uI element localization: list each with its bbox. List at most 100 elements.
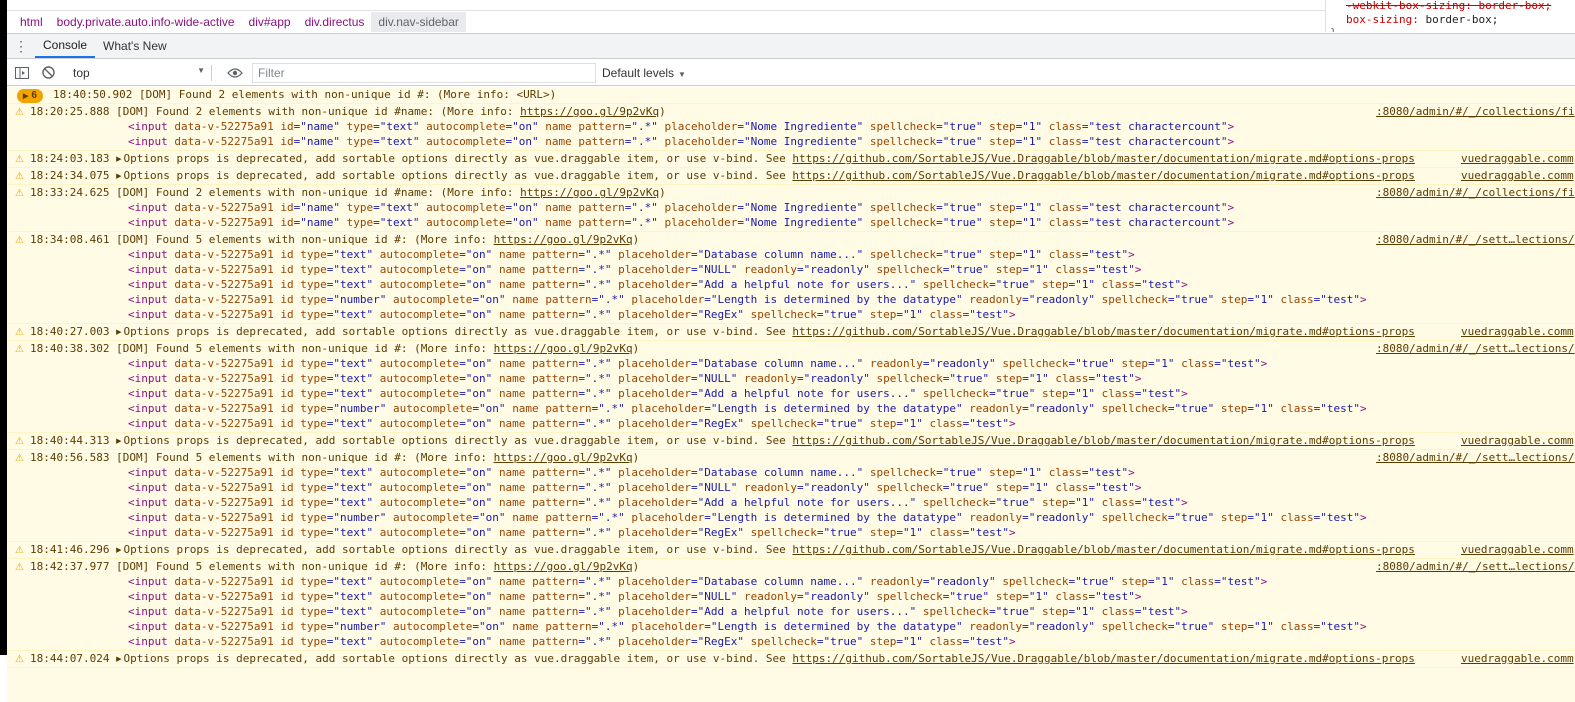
log-levels-dropdown[interactable]: Default levels ▼ [602,66,686,80]
console-message[interactable]: ⚠ 18:40:56.583 [DOM] Found 5 elements wit… [7,450,1575,542]
console-message[interactable]: ⚠ 18:20:25.888 [DOM] Found 2 elements wit… [7,104,1575,151]
element-markup-line[interactable]: <input data-v-52275a91 id type="text" au… [7,262,1575,277]
expand-triangle-icon[interactable]: ▶ [116,652,121,667]
console-message-header: ⚠ 18:24:03.183 ▶ Options props is deprecat… [7,151,1575,166]
tab-whats-new[interactable]: What's New [95,34,175,58]
context-selector[interactable]: top ▼ [73,66,205,80]
source-link[interactable]: :8080/admin/#/_/sett…lections/ [1372,450,1575,465]
element-markup-line[interactable]: <input data-v-52275a91 id="name" type="t… [7,134,1575,149]
console-message[interactable]: ⚠ 18:24:03.183 ▶ Options props is deprecat… [7,151,1575,168]
source-link[interactable]: vuedraggable.comm [1457,651,1575,666]
source-link[interactable]: :8080/admin/#/_/sett…lections/ [1372,341,1575,356]
expand-triangle-icon[interactable]: ▶ [116,152,121,167]
markup-attr-name: id [280,511,294,524]
timestamp: 18:33:24.625 [30,186,117,199]
element-markup-line[interactable]: <input data-v-52275a91 id="name" type="t… [7,119,1575,134]
message-link[interactable]: https://github.com/SortableJS/Vue.Dragga… [792,652,1415,665]
element-markup-line[interactable]: <input data-v-52275a91 id type="text" au… [7,307,1575,322]
source-link[interactable]: :8080/admin/#/_/collections/fi [1372,185,1575,200]
console-message[interactable]: ⚠ 18:40:44.313 ▶ Options props is deprecat… [7,433,1575,450]
markup-attr-value: =".*" [591,402,625,415]
console-message[interactable]: ⚠ 18:44:07.024 ▶ Options props is deprecat… [7,651,1575,668]
message-link[interactable]: https://github.com/SortableJS/Vue.Dragga… [792,152,1415,165]
message-link[interactable]: https://goo.gl/9p2vKq [520,105,659,118]
clear-console-icon[interactable] [37,62,59,84]
breadcrumb-app[interactable]: div#app [242,15,298,29]
source-link[interactable]: :8080/admin/#/_/collections/fi [1372,104,1575,119]
markup-attr-name: type [300,293,327,306]
element-markup-line[interactable]: <input data-v-52275a91 id="name" type="t… [7,200,1575,215]
element-markup-line[interactable]: <input data-v-52275a91 id type="text" au… [7,574,1575,589]
filter-input[interactable] [252,62,596,83]
element-markup-line[interactable]: <input data-v-52275a91 id type="text" au… [7,480,1575,495]
element-markup-line[interactable]: <input data-v-52275a91 id type="text" au… [7,371,1575,386]
message-link[interactable]: https://goo.gl/9p2vKq [494,451,633,464]
markup-attr-value: ="test" [962,526,1009,539]
element-markup-line[interactable]: <input data-v-52275a91 id type="text" au… [7,604,1575,619]
markup-attr-name: step [1220,293,1248,306]
expand-triangle-icon[interactable]: ▶ [116,543,121,558]
message-link[interactable]: https://goo.gl/9p2vKq [520,186,659,199]
element-markup-line[interactable]: <input data-v-52275a91 id type="number" … [7,510,1575,525]
console-message[interactable]: ▶ 6 18:40:50.902 [DOM] Found 2 elements wi… [7,87,1575,104]
element-markup-line[interactable]: <input data-v-52275a91 id type="text" au… [7,589,1575,604]
breadcrumb-body[interactable]: body.private.auto.info-wide-active [50,15,242,29]
styles-pane-peek: -webkit-box-sizing: border-box; box-sizi… [1325,0,1575,32]
console-message[interactable]: ⚠ 18:40:38.302 [DOM] Found 5 elements wit… [7,341,1575,433]
expand-triangle-icon[interactable]: ▶ [116,434,121,449]
expand-triangle-icon[interactable]: ▶ [116,169,121,184]
source-link[interactable]: vuedraggable.comm [1457,168,1575,183]
breadcrumb-directus[interactable]: div.directus [298,15,372,29]
element-markup-line[interactable]: <input data-v-52275a91 id type="text" au… [7,247,1575,262]
source-link[interactable]: :8080/admin/#/_/sett…lections/ [1372,559,1575,574]
element-markup-line[interactable]: <input data-v-52275a91 id type="number" … [7,401,1575,416]
element-markup-line[interactable]: <input data-v-52275a91 id type="text" au… [7,465,1575,480]
message-link[interactable]: https://github.com/SortableJS/Vue.Dragga… [792,434,1415,447]
message-link[interactable]: https://github.com/SortableJS/Vue.Dragga… [792,325,1415,338]
context-selector-label: top [73,65,90,80]
source-link[interactable]: vuedraggable.comm [1457,433,1575,448]
element-markup-line[interactable]: <input data-v-52275a91 id type="number" … [7,292,1575,307]
console-message[interactable]: ⚠ 18:42:37.977 [DOM] Found 5 elements wit… [7,559,1575,651]
element-markup-line[interactable]: <input data-v-52275a91 id type="number" … [7,619,1575,634]
element-markup-line[interactable]: <input data-v-52275a91 id type="text" au… [7,356,1575,371]
expand-triangle-icon[interactable]: ▶ [116,325,121,340]
element-markup-line[interactable]: <input data-v-52275a91 id="name" type="t… [7,215,1575,230]
more-options-icon[interactable]: ⋮ [7,34,35,58]
message-link[interactable]: https://goo.gl/9p2vKq [494,342,633,355]
element-markup-line[interactable]: <input data-v-52275a91 id type="text" au… [7,634,1575,649]
console-message[interactable]: ⚠ 18:24:34.075 ▶ Options props is deprecat… [7,168,1575,185]
markup-attr-value: ="test" [1134,278,1182,291]
markup-attr-value: ="true" [1068,357,1115,370]
timestamp: 18:40:27.003 [30,325,117,338]
breadcrumb-nav-sidebar[interactable]: div.nav-sidebar [371,11,466,32]
message-link[interactable]: https://github.com/SortableJS/Vue.Dragga… [792,169,1415,182]
warning-icon: ⚠ [15,562,24,573]
message-link[interactable]: https://goo.gl/9p2vKq [494,560,633,573]
message-link[interactable]: https://goo.gl/9p2vKq [494,233,633,246]
element-markup-line[interactable]: <input data-v-52275a91 id type="text" au… [7,416,1575,431]
element-markup-line[interactable]: <input data-v-52275a91 id type="text" au… [7,386,1575,401]
message-link[interactable]: https://github.com/SortableJS/Vue.Dragga… [792,543,1415,556]
source-link[interactable]: vuedraggable.comm [1457,324,1575,339]
console-message[interactable]: ⚠ 18:34:08.461 [DOM] Found 5 elements wit… [7,232,1575,324]
markup-attr-value: ="Add a helpful note for users..." [691,387,917,400]
console-message[interactable]: ⚠ 18:41:46.296 ▶ Options props is deprecat… [7,542,1575,559]
source-link[interactable]: :8080/admin/#/_/sett…lections/ [1372,232,1575,247]
eye-icon[interactable] [224,62,246,84]
console-message[interactable]: ⚠ 18:33:24.625 [DOM] Found 2 elements wit… [7,185,1575,232]
source-link[interactable]: vuedraggable.comm [1457,151,1575,166]
sidebar-toggle-icon[interactable] [11,62,33,84]
message-text-tail: ) [632,451,640,464]
console-message[interactable]: ⚠ 18:40:27.003 ▶ Options props is deprecat… [7,324,1575,341]
source-link[interactable]: vuedraggable.comm [1457,542,1575,557]
breadcrumb-html[interactable]: html [13,15,50,29]
element-markup-line[interactable]: <input data-v-52275a91 id type="text" au… [7,495,1575,510]
element-markup-line[interactable]: <input data-v-52275a91 id type="text" au… [7,277,1575,292]
element-markup-line[interactable]: <input data-v-52275a91 id type="text" au… [7,525,1575,540]
markup-attr-name: step [1121,575,1149,588]
tab-console[interactable]: Console [35,34,96,58]
markup-tag: > [1134,590,1142,603]
console-messages[interactable]: ▶ 6 18:40:50.902 [DOM] Found 2 elements wi… [7,87,1575,702]
markup-attr-value: ="1" [1068,278,1096,291]
